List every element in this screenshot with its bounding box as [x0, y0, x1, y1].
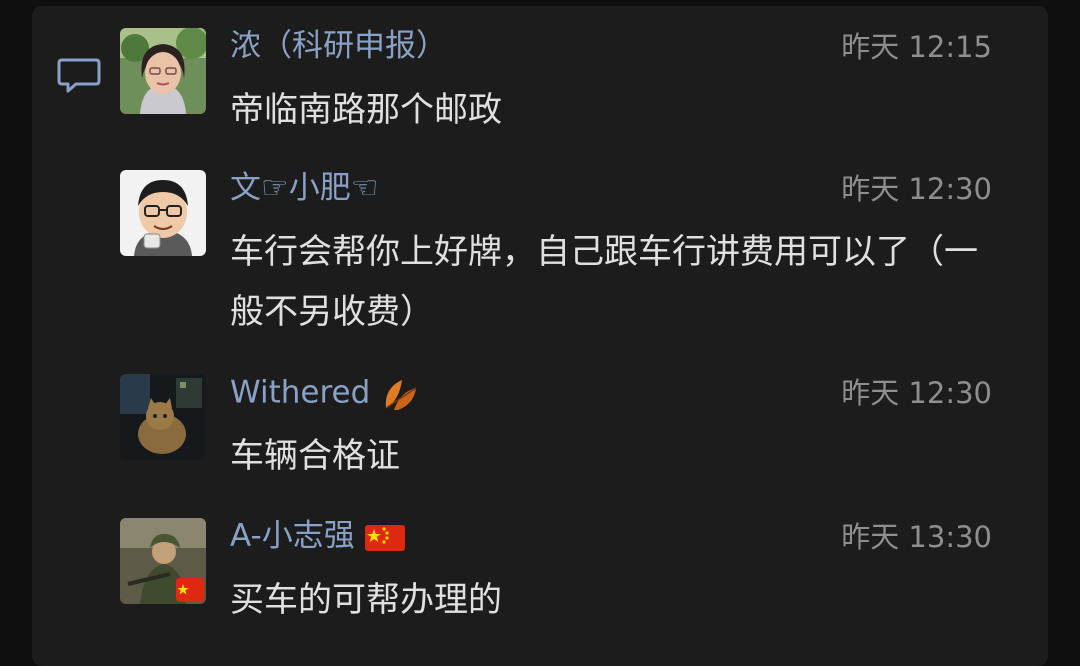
- cat-night-avatar: [120, 374, 206, 460]
- timestamp: 昨天 12:30: [841, 172, 992, 206]
- message-text: 车行会帮你上好牌，自己跟车行讲费用可以了（一般不另收费）: [230, 232, 978, 332]
- leaf-emoji: [385, 380, 417, 410]
- avatar[interactable]: [120, 518, 206, 604]
- message-text: 车辆合格证: [230, 436, 400, 476]
- sender-name[interactable]: 浓（科研申报）: [230, 28, 447, 64]
- timestamp: 昨天 12:15: [841, 30, 992, 64]
- sender-name[interactable]: 文☞小肥☜: [230, 170, 379, 206]
- cartoon-man-avatar: [120, 170, 206, 256]
- comment-icon[interactable]: [56, 56, 102, 96]
- message-item: A-小志强 昨天 13:30 买车的可帮办理的: [120, 518, 1000, 620]
- soldier-avatar: [120, 518, 206, 604]
- message-item: 文☞小肥☜ 昨天 12:30 车行会帮你上好牌，自己跟车行讲费用可以了（一般不另…: [120, 170, 1000, 340]
- avatar[interactable]: [120, 28, 206, 114]
- sender-name[interactable]: Withered: [230, 374, 420, 414]
- woman-photo-avatar: [120, 28, 206, 114]
- sender-name[interactable]: A-小志强: [230, 518, 405, 554]
- message-item: 浓（科研申报） 昨天 12:15 帝临南路那个邮政: [120, 28, 1000, 130]
- china-flag-emoji: [364, 524, 405, 551]
- message-text: 买车的可帮办理的: [230, 580, 502, 620]
- avatar[interactable]: [120, 374, 206, 460]
- avatar[interactable]: [120, 170, 206, 256]
- message-text: 帝临南路那个邮政: [230, 90, 502, 130]
- message-item: Withered 昨天 12:30 车辆合格证: [120, 374, 1000, 476]
- timestamp: 昨天 12:30: [841, 376, 992, 410]
- timestamp: 昨天 13:30: [841, 520, 992, 554]
